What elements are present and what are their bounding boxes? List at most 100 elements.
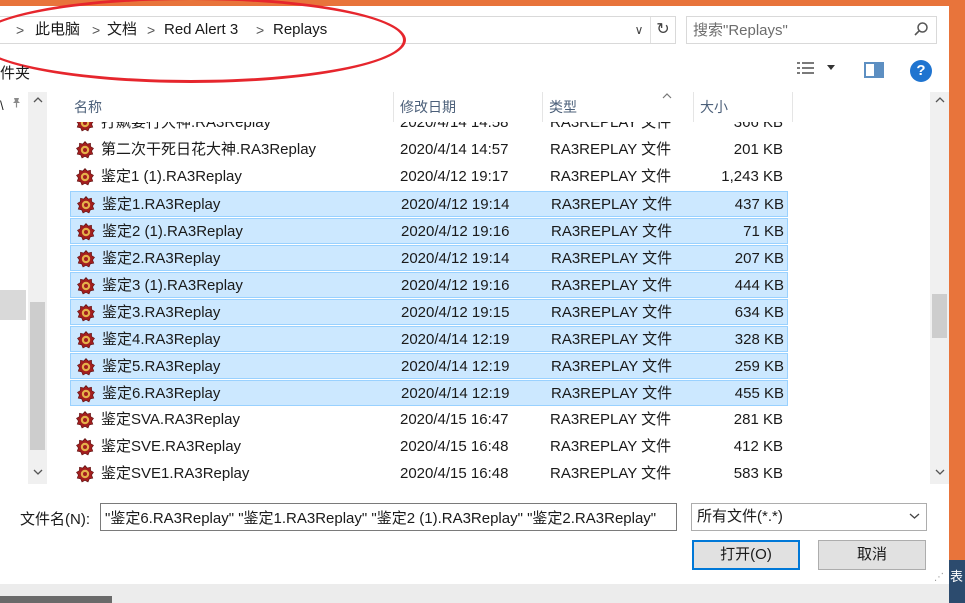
file-date: 2020/4/15 16:48 [400, 438, 509, 455]
breadcrumb-red-alert-3[interactable]: Red Alert 3 [164, 17, 238, 43]
file-type: RA3REPLAY 文件 [551, 277, 673, 294]
file-row[interactable]: 鉴定3 (1).RA3Replay 2020/4/12 19:16 RA3REPLA… [70, 272, 788, 298]
address-bar[interactable]: > 此电脑 > 文档 > Red Alert 3 > Replays ∨ ↻ [0, 16, 676, 44]
file-date: 2020/4/14 12:19 [401, 358, 510, 375]
breadcrumb-separator[interactable]: > [92, 17, 100, 43]
column-header-name[interactable]: 名称 [68, 92, 393, 122]
file-size: 259 KB [734, 358, 784, 375]
window-right-border [949, 0, 965, 560]
file-name: 鉴定1.RA3Replay [102, 196, 221, 213]
nav-scrollbar-thumb[interactable] [30, 302, 45, 450]
chevron-down-icon[interactable] [909, 504, 920, 530]
filename-field[interactable] [100, 503, 677, 531]
filetype-selected-value: 所有文件(*.*) [697, 508, 783, 525]
column-header-date[interactable]: 修改日期 [394, 92, 542, 122]
preview-pane-icon[interactable] [864, 62, 884, 78]
file-row[interactable]: 鉴定5.RA3Replay 2020/4/14 12:19 RA3REPLAY 文件… [70, 353, 788, 379]
file-list-scrollbar-thumb[interactable] [932, 294, 947, 338]
nav-scrollbar[interactable] [28, 92, 47, 484]
file-row[interactable]: 鉴定4.RA3Replay 2020/4/14 12:19 RA3REPLAY 文件… [70, 326, 788, 352]
view-options-icon[interactable] [796, 60, 818, 80]
file-row[interactable]: 第二次干死日花大神.RA3Replay 2020/4/14 14:57 RA3REP… [70, 137, 788, 163]
file-list-scrollbar[interactable] [930, 92, 949, 484]
file-date: 2020/4/12 19:14 [401, 196, 510, 213]
chevron-down-icon[interactable]: ∨ [630, 17, 648, 43]
replay-file-icon [77, 250, 95, 268]
file-date: 2020/4/14 14:57 [400, 141, 509, 158]
file-row[interactable]: 鉴定2 (1).RA3Replay 2020/4/12 19:16 RA3REPLA… [70, 218, 788, 244]
file-name: 打飙要行大神.RA3Replay [101, 122, 272, 131]
file-list[interactable]: 打飙要行大神.RA3Replay 2020/4/14 14:58 RA3REPLAY… [48, 122, 928, 484]
column-headers: 名称 修改日期 类型 大小 [48, 92, 928, 122]
file-date: 2020/4/14 12:19 [401, 385, 510, 402]
file-type: RA3REPLAY 文件 [551, 331, 673, 348]
file-name: 鉴定6.RA3Replay [102, 385, 221, 402]
file-size: 328 KB [734, 331, 784, 348]
file-row[interactable]: 鉴定SVA.RA3Replay 2020/4/15 16:47 RA3REPLAY … [70, 407, 788, 433]
file-name: 鉴定2 (1).RA3Replay [102, 223, 243, 240]
file-date: 2020/4/12 19:16 [401, 223, 510, 240]
breadcrumb-this-pc[interactable]: 此电脑 [35, 17, 80, 43]
breadcrumb-replays[interactable]: Replays [273, 17, 327, 43]
refresh-icon[interactable]: ↻ [650, 17, 675, 43]
file-date: 2020/4/15 16:48 [400, 465, 509, 482]
open-button[interactable]: 打开(O) [692, 540, 800, 570]
file-type: RA3REPLAY 文件 [551, 196, 673, 213]
file-row[interactable]: 鉴定SVE.RA3Replay 2020/4/15 16:48 RA3REPLAY … [70, 434, 788, 460]
file-row[interactable]: 打飙要行大神.RA3Replay 2020/4/14 14:58 RA3REPLAY… [70, 122, 788, 136]
replay-file-icon [77, 385, 95, 403]
file-type: RA3REPLAY 文件 [550, 168, 672, 185]
file-date: 2020/4/12 19:15 [401, 304, 510, 321]
cancel-button[interactable]: 取消 [818, 540, 926, 570]
file-row[interactable]: 鉴定1.RA3Replay 2020/4/12 19:14 RA3REPLAY 文件… [70, 191, 788, 217]
breadcrumb-separator[interactable]: > [256, 17, 264, 43]
background-window[interactable]: 表 [949, 560, 965, 603]
file-row[interactable]: 鉴定2.RA3Replay 2020/4/12 19:14 RA3REPLAY 文件… [70, 245, 788, 271]
file-type: RA3REPLAY 文件 [551, 385, 673, 402]
filetype-select[interactable]: 所有文件(*.*) [691, 503, 927, 531]
breadcrumb-documents[interactable]: 文档 [107, 17, 137, 43]
breadcrumb-separator[interactable]: > [147, 17, 155, 43]
file-date: 2020/4/12 19:17 [400, 168, 509, 185]
file-date: 2020/4/12 19:16 [401, 277, 510, 294]
search-input[interactable] [693, 20, 903, 40]
scroll-down-icon[interactable] [930, 466, 949, 482]
scroll-up-icon[interactable] [28, 94, 47, 110]
scroll-up-icon[interactable] [930, 94, 949, 110]
file-row[interactable]: 鉴定3.RA3Replay 2020/4/12 19:15 RA3REPLAY 文件… [70, 299, 788, 325]
nav-selected-item[interactable] [0, 290, 26, 320]
column-divider[interactable] [792, 92, 793, 122]
search-box[interactable] [686, 16, 937, 44]
replay-file-icon [76, 122, 94, 132]
scroll-down-icon[interactable] [28, 466, 47, 482]
file-type: RA3REPLAY 文件 [550, 141, 672, 158]
file-row[interactable]: 鉴定6.RA3Replay 2020/4/14 12:19 RA3REPLAY 文件… [70, 380, 788, 406]
replay-file-icon [77, 277, 95, 295]
filename-label: 文件名(N): [20, 511, 90, 528]
help-icon[interactable]: ? [910, 60, 932, 82]
replay-file-icon [76, 141, 94, 159]
new-folder-button-label[interactable]: 件夹 [0, 62, 30, 83]
breadcrumb-separator: > [16, 22, 25, 38]
view-dropdown-icon[interactable] [826, 62, 840, 78]
nav-item-text[interactable]: \ [0, 98, 4, 113]
pin-icon[interactable] [11, 97, 22, 111]
search-icon[interactable] [911, 21, 931, 41]
resize-grip-icon[interactable]: ⋰ [934, 572, 944, 583]
replay-file-icon [77, 196, 95, 214]
file-size: 1,243 KB [721, 168, 783, 185]
replay-file-icon [77, 331, 95, 349]
replay-file-icon [76, 438, 94, 456]
window-top-border [0, 0, 965, 6]
taskbar-item[interactable] [0, 596, 112, 603]
file-row[interactable]: 鉴定SVE1.RA3Replay 2020/4/15 16:48 RA3REPLAY… [70, 461, 788, 484]
column-header-size[interactable]: 大小 [694, 92, 792, 122]
replay-file-icon [76, 168, 94, 186]
navigation-pane[interactable]: \ [0, 92, 48, 484]
filename-input[interactable] [105, 507, 665, 527]
file-row[interactable]: 鉴定1 (1).RA3Replay 2020/4/12 19:17 RA3REPLA… [70, 164, 788, 190]
background-window-text: 表 [950, 569, 964, 584]
file-name: 鉴定SVE1.RA3Replay [101, 465, 250, 482]
file-size: 201 KB [733, 141, 783, 158]
file-type: RA3REPLAY 文件 [551, 304, 673, 321]
